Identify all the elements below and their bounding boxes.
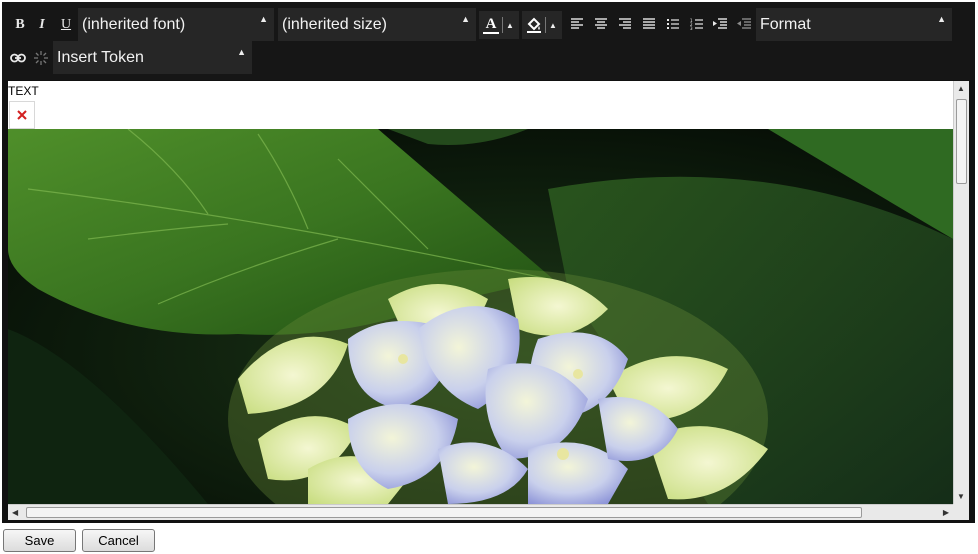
font-family-select[interactable]: (inherited font) ▲ bbox=[78, 8, 274, 41]
chevron-up-icon: ▲ bbox=[937, 14, 946, 24]
font-size-value: (inherited size) bbox=[282, 15, 387, 33]
divider bbox=[502, 17, 503, 33]
paint-bucket-icon bbox=[526, 17, 542, 33]
background-color-button[interactable]: ▲ bbox=[522, 11, 562, 39]
chevron-up-icon: ▲ bbox=[237, 47, 246, 57]
outdent-icon[interactable] bbox=[735, 15, 753, 33]
bold-button[interactable]: B bbox=[10, 12, 30, 38]
text-color-button[interactable]: A ▲ bbox=[479, 11, 519, 39]
font-family-value: (inherited font) bbox=[82, 15, 186, 33]
scroll-up-arrow-icon[interactable]: ▲ bbox=[957, 84, 965, 93]
scroll-right-arrow-icon[interactable]: ▶ bbox=[943, 508, 949, 517]
rich-text-editor: B I U (inherited font) ▲ (inherited size… bbox=[2, 2, 975, 523]
format-value: Format bbox=[760, 15, 811, 33]
vertical-scroll-thumb[interactable] bbox=[956, 99, 967, 184]
underline-button[interactable]: U bbox=[56, 12, 76, 38]
insert-token-select[interactable]: Insert Token ▲ bbox=[53, 41, 252, 74]
save-button[interactable]: Save bbox=[3, 529, 76, 552]
broken-image-icon bbox=[9, 101, 35, 129]
link-icon[interactable] bbox=[9, 49, 27, 67]
scroll-down-arrow-icon[interactable]: ▼ bbox=[957, 492, 965, 501]
format-select[interactable]: Format ▲ bbox=[756, 8, 952, 41]
scroll-corner bbox=[953, 504, 969, 520]
font-size-select[interactable]: (inherited size) ▲ bbox=[278, 8, 476, 41]
unordered-list-icon[interactable] bbox=[664, 15, 682, 33]
divider bbox=[545, 17, 546, 33]
italic-button[interactable]: I bbox=[32, 12, 52, 38]
editor-content[interactable]: TEXT bbox=[8, 81, 953, 504]
scroll-left-arrow-icon[interactable]: ◀ bbox=[12, 508, 18, 517]
text-color-icon: A bbox=[483, 16, 499, 34]
align-left-icon[interactable] bbox=[568, 15, 586, 33]
chevron-up-icon: ▲ bbox=[506, 20, 514, 30]
unlink-icon[interactable] bbox=[32, 49, 50, 67]
ordered-list-icon[interactable]: 123 bbox=[688, 15, 706, 33]
editor-toolbar: B I U (inherited font) ▲ (inherited size… bbox=[2, 2, 975, 80]
chevron-up-icon: ▲ bbox=[549, 20, 557, 30]
align-center-icon[interactable] bbox=[592, 15, 610, 33]
insert-token-value: Insert Token bbox=[57, 48, 144, 66]
indent-icon[interactable] bbox=[711, 15, 729, 33]
align-right-icon[interactable] bbox=[616, 15, 634, 33]
justify-icon[interactable] bbox=[640, 15, 658, 33]
vertical-scrollbar[interactable]: ▲ ▼ bbox=[953, 81, 969, 504]
svg-text:3: 3 bbox=[690, 26, 693, 31]
hydrangea-photo bbox=[8, 129, 953, 504]
content-text: TEXT bbox=[8, 84, 39, 98]
chevron-up-icon: ▲ bbox=[259, 14, 268, 24]
chevron-up-icon: ▲ bbox=[461, 14, 470, 24]
cancel-button[interactable]: Cancel bbox=[82, 529, 155, 552]
horizontal-scroll-thumb[interactable] bbox=[26, 507, 862, 518]
horizontal-scrollbar[interactable]: ◀ ▶ bbox=[8, 504, 953, 520]
